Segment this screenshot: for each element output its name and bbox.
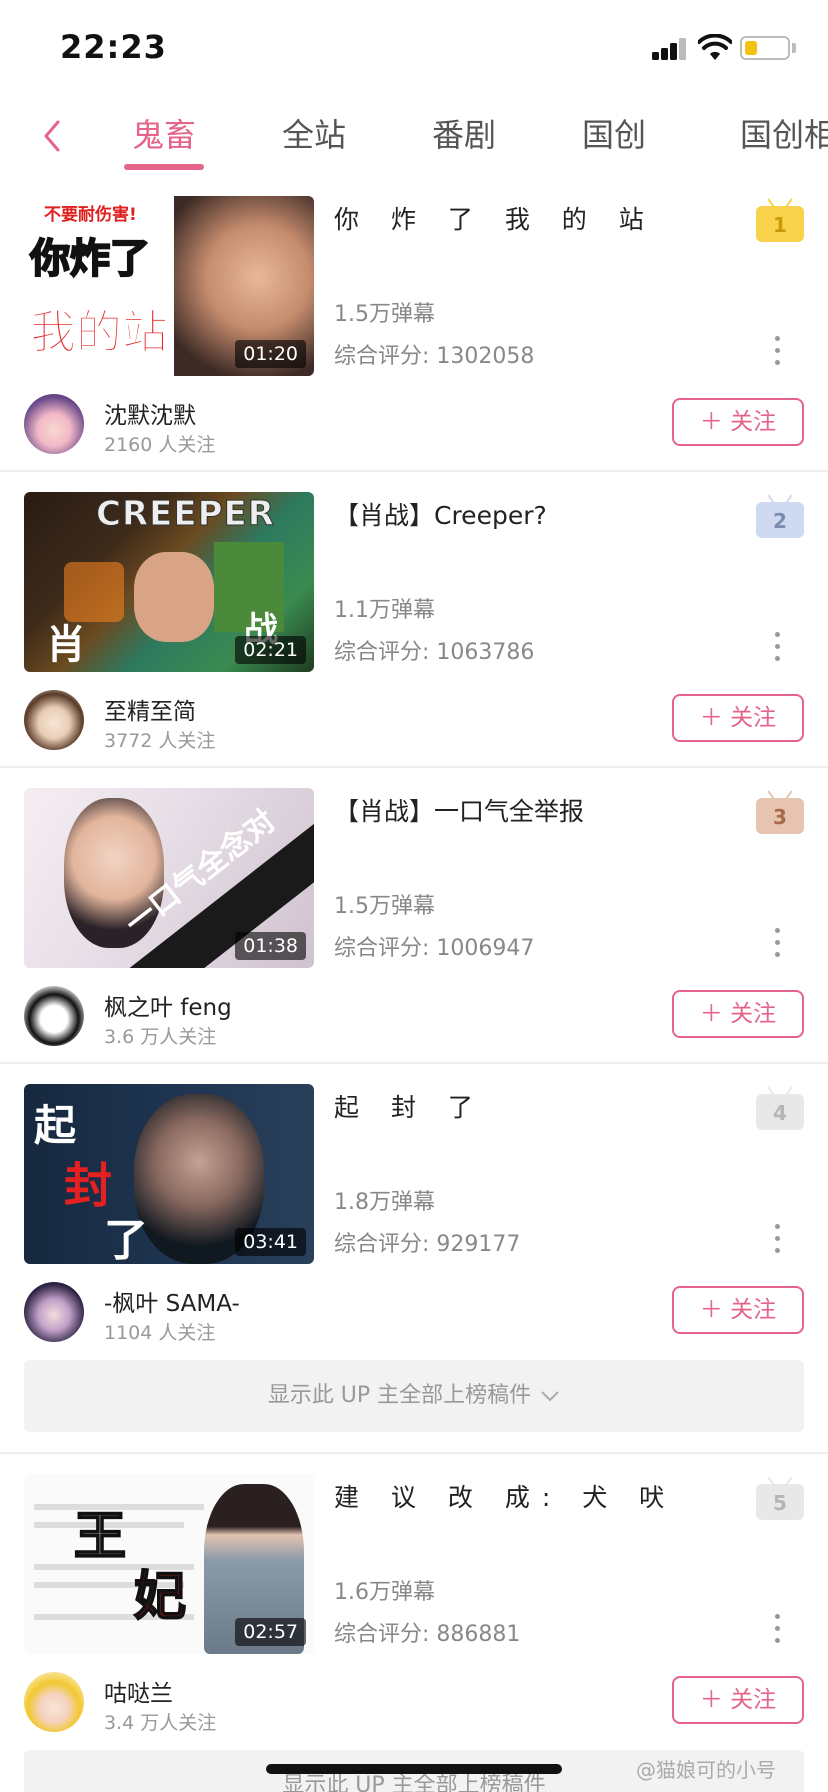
- thumbnail-caption: 你炸了: [29, 235, 151, 283]
- danmaku-count: 1.5万弹幕: [334, 894, 435, 919]
- up-avatar[interactable]: [24, 690, 84, 750]
- danmaku-count: 1.6万弹幕: [334, 1580, 435, 1605]
- overall-score: 综合评分: 1302058: [334, 344, 535, 369]
- up-name[interactable]: 至精至简: [104, 692, 196, 726]
- thumbnail-caption: 妃: [133, 1566, 187, 1628]
- divider: [0, 470, 828, 472]
- rank-badge: 2: [756, 502, 804, 538]
- overall-score: 综合评分: 1006947: [334, 936, 535, 961]
- follower-count: 3.4 万人关注: [104, 1712, 217, 1734]
- tab-bangumi[interactable]: 番剧: [432, 110, 496, 156]
- tab-guochuang[interactable]: 国创: [582, 110, 646, 156]
- up-name[interactable]: -枫叶 SAMA-: [104, 1284, 240, 1318]
- thumbnail-caption: 王: [73, 1506, 127, 1568]
- cellular-signal-icon: [652, 38, 688, 60]
- up-avatar[interactable]: [24, 986, 84, 1046]
- rank-badge: 5: [756, 1484, 804, 1520]
- video-title[interactable]: 建 议 改 成: 犬 吠: [334, 1478, 734, 1514]
- follow-button[interactable]: ＋ 关注: [672, 398, 804, 446]
- divider: [0, 1062, 828, 1064]
- video-title[interactable]: 你 炸 了 我 的 站: [334, 200, 734, 236]
- back-arrow-icon[interactable]: [38, 116, 66, 156]
- divider: [0, 766, 828, 768]
- danmaku-count: 1.8万弹幕: [334, 1190, 435, 1215]
- rank-badge: 1: [756, 206, 804, 242]
- up-name[interactable]: 枫之叶 feng: [104, 988, 232, 1022]
- up-avatar[interactable]: [24, 1672, 84, 1732]
- follow-button[interactable]: ＋ 关注: [672, 1286, 804, 1334]
- wifi-icon: [698, 34, 732, 60]
- show-all-label: 显示此 UP 主全部上榜稿件: [282, 1773, 546, 1792]
- rank-badge: 4: [756, 1094, 804, 1130]
- overall-score: 综合评分: 929177: [334, 1232, 521, 1257]
- tab-all-site[interactable]: 全站: [282, 110, 346, 156]
- thumbnail-caption: 起: [34, 1101, 77, 1150]
- video-thumbnail[interactable]: 不要耐伤害! 你炸了 我的站 01:20: [24, 196, 314, 376]
- thumbnail-caption: CREEPER: [96, 494, 275, 535]
- danmaku-count: 1.5万弹幕: [334, 302, 435, 327]
- video-title[interactable]: 起 封 了: [334, 1088, 734, 1124]
- more-options-icon[interactable]: [772, 1222, 782, 1256]
- more-options-icon[interactable]: [772, 926, 782, 960]
- status-bar: 22:23: [0, 0, 828, 96]
- follower-count: 2160 人关注: [104, 434, 216, 456]
- show-all-button[interactable]: 显示此 UP 主全部上榜稿件: [24, 1360, 804, 1432]
- battery-icon: [740, 36, 790, 60]
- more-options-icon[interactable]: [772, 334, 782, 368]
- video-title[interactable]: 【肖战】Creeper?: [334, 496, 734, 532]
- tab-guochuang-related[interactable]: 国创相: [740, 110, 828, 156]
- overall-score: 综合评分: 1063786: [334, 640, 535, 665]
- up-name[interactable]: 咕哒兰: [104, 1674, 173, 1708]
- watermark: @猫娘可的小号: [636, 1758, 776, 1782]
- video-thumbnail[interactable]: CREEPER 肖 战 02:21: [24, 492, 314, 672]
- chevron-down-icon: [541, 1391, 559, 1402]
- video-duration: 01:38: [235, 932, 306, 960]
- rank-badge: 3: [756, 798, 804, 834]
- video-duration: 02:21: [235, 636, 306, 664]
- more-options-icon[interactable]: [772, 630, 782, 664]
- video-thumbnail[interactable]: 起 封 了 03:41: [24, 1084, 314, 1264]
- up-name[interactable]: 沈默沈默: [104, 396, 196, 430]
- thumbnail-caption: 不要耐伤害!: [44, 205, 137, 225]
- thumbnail-caption: 了: [104, 1215, 148, 1264]
- more-options-icon[interactable]: [772, 1612, 782, 1646]
- video-duration: 03:41: [235, 1228, 306, 1256]
- follower-count: 1104 人关注: [104, 1322, 216, 1344]
- video-title[interactable]: 【肖战】一口气全举报: [334, 792, 734, 828]
- divider: [0, 1452, 828, 1454]
- status-time: 22:23: [60, 28, 167, 66]
- follow-button[interactable]: ＋ 关注: [672, 1676, 804, 1724]
- danmaku-count: 1.1万弹幕: [334, 598, 435, 623]
- video-duration: 01:20: [235, 340, 306, 368]
- thumbnail-caption: 肖: [46, 622, 86, 668]
- active-tab-indicator: [124, 164, 204, 170]
- video-thumbnail[interactable]: 一口气全念对 01:38: [24, 788, 314, 968]
- category-tab-bar: 鬼畜 全站 番剧 国创 国创相: [0, 96, 828, 176]
- home-indicator[interactable]: [266, 1764, 562, 1774]
- show-all-label: 显示此 UP 主全部上榜稿件: [267, 1383, 532, 1408]
- up-avatar[interactable]: [24, 394, 84, 454]
- overall-score: 综合评分: 886881: [334, 1622, 521, 1647]
- follower-count: 3772 人关注: [104, 730, 216, 752]
- tab-guichu[interactable]: 鬼畜: [132, 110, 196, 156]
- follower-count: 3.6 万人关注: [104, 1026, 217, 1048]
- follow-button[interactable]: ＋ 关注: [672, 990, 804, 1038]
- video-duration: 02:57: [235, 1618, 306, 1646]
- up-avatar[interactable]: [24, 1282, 84, 1342]
- follow-button[interactable]: ＋ 关注: [672, 694, 804, 742]
- thumbnail-caption: 我的站: [30, 305, 169, 360]
- video-thumbnail[interactable]: 王 妃 02:57: [24, 1474, 314, 1654]
